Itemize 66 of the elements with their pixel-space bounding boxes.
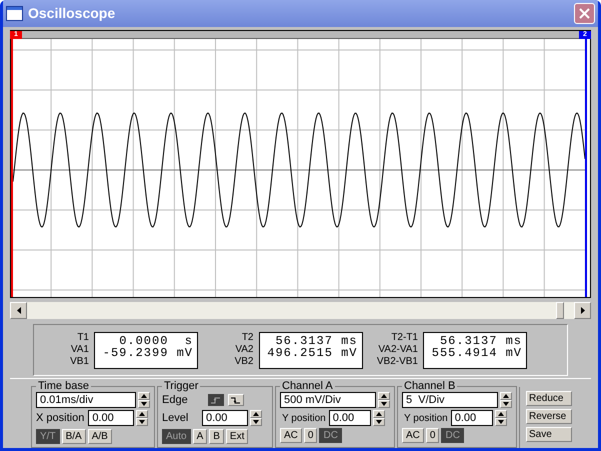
mode-toggle[interactable]: A/B	[88, 428, 112, 444]
rising-edge-button[interactable]	[208, 394, 224, 406]
field-label: Level	[162, 411, 190, 426]
group-title: Channel A	[281, 380, 334, 392]
field-label: Edge	[162, 392, 189, 408]
action-button[interactable]: Reverse	[526, 409, 572, 424]
action-button[interactable]: Save	[526, 427, 572, 442]
rising-edge-icon	[211, 396, 221, 404]
group-title: Channel B	[403, 380, 456, 392]
right-arrow-icon[interactable]	[580, 307, 584, 314]
falling-edge-button[interactable]	[228, 394, 244, 406]
readout-label: T2-T1	[391, 332, 418, 344]
coupling-toggle[interactable]: DC	[441, 428, 464, 443]
source-toggle[interactable]: B	[209, 428, 224, 444]
group-title: Time base	[37, 380, 90, 392]
spin-buttons-icon[interactable]	[138, 392, 150, 408]
horizontal-scrollbar[interactable]	[10, 302, 591, 319]
readout-value: 555.4914 mV	[432, 346, 522, 358]
readout-label: VA2	[235, 344, 254, 356]
readout-label: VB2-VB1	[376, 356, 418, 368]
action-button[interactable]: Reduce	[526, 391, 572, 406]
window-icon	[6, 6, 23, 21]
y-position-field[interactable]: 0.00	[450, 410, 493, 426]
readout-label: VA1	[70, 344, 89, 356]
coupling-toggle[interactable]: AC	[280, 428, 302, 443]
readout-label: T1	[77, 332, 89, 344]
coupling-toggle[interactable]: 0	[304, 428, 318, 443]
spin-buttons-icon[interactable]	[372, 410, 385, 426]
readout-value: -59.2399 mV	[102, 346, 193, 358]
field-label: X position	[36, 411, 84, 426]
spin-buttons-icon[interactable]	[500, 392, 512, 408]
spin-buttons-icon[interactable]	[136, 410, 148, 426]
close-icon	[579, 8, 590, 19]
readout-label: VB1	[70, 356, 89, 368]
volts-per-div-field[interactable]: 500 mV/Div	[280, 392, 376, 408]
spin-buttons-icon[interactable]	[378, 392, 390, 408]
timebase-field[interactable]: 0.01ms/div	[36, 392, 136, 408]
source-toggle[interactable]: Auto	[162, 428, 191, 444]
coupling-toggle[interactable]: DC	[319, 428, 342, 443]
readout-value: 56.3137 ms	[275, 334, 358, 346]
group-title: Trigger	[163, 380, 200, 392]
left-arrow-icon[interactable]	[16, 307, 20, 314]
readout-label: VB2	[234, 356, 254, 368]
volts-per-div-field[interactable]: 5 V/Div	[402, 392, 498, 408]
close-button[interactable]	[574, 3, 595, 24]
field-label: Y position	[281, 412, 326, 426]
falling-edge-icon	[231, 396, 241, 404]
scrollbar-thumb[interactable]	[556, 302, 564, 319]
x-position-field[interactable]: 0.00	[88, 410, 134, 426]
mode-toggle[interactable]: B/A	[62, 428, 86, 444]
coupling-toggle[interactable]: AC	[402, 428, 424, 443]
readout-label: T2	[242, 332, 254, 344]
readout-label: VA2-VA1	[378, 344, 418, 356]
y-position-field[interactable]: 0.00	[328, 410, 371, 426]
trigger-level-field[interactable]: 0.00	[202, 410, 248, 426]
source-toggle[interactable]: Ext	[226, 428, 248, 444]
readout-value: 56.3137 ms	[440, 334, 522, 346]
field-label: Y position	[403, 412, 448, 426]
readout-value: 0.0000 s	[119, 334, 193, 346]
readout-value: 496.2515 mV	[267, 346, 358, 358]
window-title: Oscilloscope	[28, 4, 116, 23]
coupling-toggle[interactable]: 0	[426, 428, 440, 443]
spin-buttons-icon[interactable]	[494, 410, 507, 426]
spin-buttons-icon[interactable]	[250, 410, 262, 426]
mode-toggle[interactable]: Y/T	[36, 428, 60, 444]
source-toggle[interactable]: A	[192, 428, 208, 444]
